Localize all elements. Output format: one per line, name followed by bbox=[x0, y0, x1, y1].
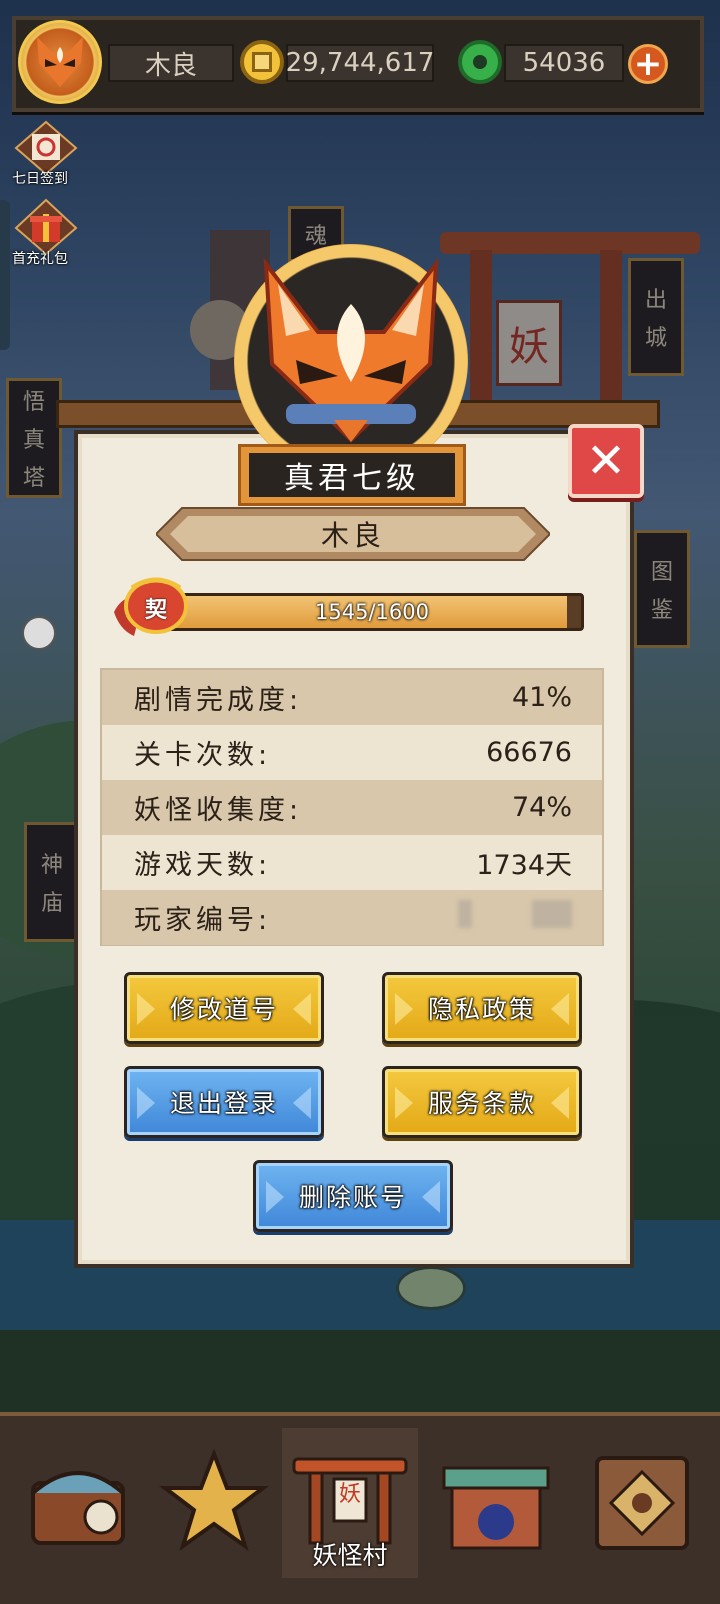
daily-checkin-label: 七日签到 bbox=[12, 171, 68, 187]
nav-label: 妖怪村 bbox=[312, 1541, 388, 1570]
profile-name: 木良 bbox=[320, 519, 385, 552]
rank-plate: 真君七级 bbox=[238, 444, 466, 506]
player-name-text: 木良 bbox=[144, 50, 197, 81]
stat-row-collection: 妖怪收集度: 74% bbox=[102, 780, 602, 835]
nav-achievements[interactable] bbox=[146, 1428, 282, 1578]
rank-emblem bbox=[234, 244, 468, 478]
nav-codex[interactable] bbox=[574, 1428, 710, 1578]
nav-shop[interactable] bbox=[428, 1428, 564, 1578]
book-icon bbox=[595, 1456, 689, 1550]
button-label: 隐私政策 bbox=[427, 995, 536, 1024]
side-drawer-handle[interactable] bbox=[0, 200, 10, 350]
copper-coins-pill: 29,744,617 bbox=[286, 44, 434, 82]
clock-icon[interactable] bbox=[22, 616, 56, 650]
delete-account-button[interactable]: 删除账号 bbox=[253, 1160, 453, 1232]
nav-treasure-chest[interactable] bbox=[10, 1428, 146, 1578]
chest-icon bbox=[31, 1471, 125, 1545]
stat-label: 剧情完成度: bbox=[134, 685, 303, 716]
first-recharge-label: 首充礼包 bbox=[12, 251, 68, 267]
jade-coin-icon bbox=[458, 40, 502, 84]
privacy-policy-button[interactable]: 隐私政策 bbox=[382, 972, 582, 1044]
player-name-pill: 木良 bbox=[108, 44, 234, 82]
rank-title: 真君七级 bbox=[249, 453, 455, 497]
star-icon bbox=[159, 1448, 269, 1552]
button-label: 退出登录 bbox=[169, 1089, 278, 1118]
stat-label: 游戏天数: bbox=[134, 850, 272, 881]
stats-table: 剧情完成度: 41% 关卡次数: 66676 妖怪收集度: 74% 游戏天数: … bbox=[100, 668, 604, 946]
experience-bar: 1545/1600 bbox=[160, 593, 584, 631]
stat-value: 66676 bbox=[486, 737, 572, 768]
close-icon: ✕ bbox=[585, 433, 627, 489]
stat-label: 妖怪收集度: bbox=[134, 795, 303, 826]
coin-hole bbox=[252, 52, 272, 72]
stat-label: 玩家编号: bbox=[134, 905, 272, 936]
avatar[interactable] bbox=[18, 20, 102, 104]
button-label: 服务条款 bbox=[427, 1089, 536, 1118]
terms-of-service-button[interactable]: 服务条款 bbox=[382, 1066, 582, 1138]
button-label: 修改道号 bbox=[169, 995, 278, 1024]
stat-value: 41% bbox=[511, 682, 572, 713]
plus-icon: + bbox=[633, 44, 663, 84]
redaction-block bbox=[532, 900, 572, 928]
contract-badge: 契 bbox=[108, 572, 204, 644]
button-label: 删除账号 bbox=[298, 1183, 407, 1212]
stat-value: 1734天 bbox=[476, 850, 572, 881]
fox-mask-icon bbox=[263, 257, 439, 443]
change-name-button[interactable]: 修改道号 bbox=[124, 972, 324, 1044]
player-id-redacted bbox=[458, 900, 572, 935]
copper-coins-value: 29,744,617 bbox=[285, 48, 435, 78]
nav-monster-village[interactable]: 妖 妖怪村 bbox=[282, 1428, 418, 1578]
shop-stall-icon bbox=[442, 1466, 550, 1550]
stat-row-player-id: 玩家编号: bbox=[102, 890, 602, 945]
jade-coins-pill: 54036 bbox=[504, 44, 624, 82]
stat-value: 74% bbox=[511, 792, 572, 823]
redaction-block bbox=[458, 900, 472, 928]
coin-hole bbox=[473, 55, 487, 69]
experience-text: 1545/1600 bbox=[315, 600, 429, 624]
logout-button[interactable]: 退出登录 bbox=[124, 1066, 324, 1138]
stat-row-days: 游戏天数: 1734天 bbox=[102, 835, 602, 890]
bottom-nav: 妖 妖怪村 bbox=[0, 1412, 720, 1604]
jade-coins-value: 54036 bbox=[522, 48, 606, 78]
stat-row-story: 剧情完成度: 41% bbox=[102, 670, 602, 725]
add-currency-button[interactable]: + bbox=[628, 44, 668, 84]
close-button[interactable]: ✕ bbox=[568, 424, 644, 498]
stat-row-stages: 关卡次数: 66676 bbox=[102, 725, 602, 780]
fox-mask-icon bbox=[37, 37, 83, 87]
nav-banner-text: 妖 bbox=[338, 1482, 361, 1507]
contract-badge-text: 契 bbox=[144, 598, 167, 623]
copper-coin-icon bbox=[240, 40, 284, 84]
stat-label: 关卡次数: bbox=[134, 740, 272, 771]
